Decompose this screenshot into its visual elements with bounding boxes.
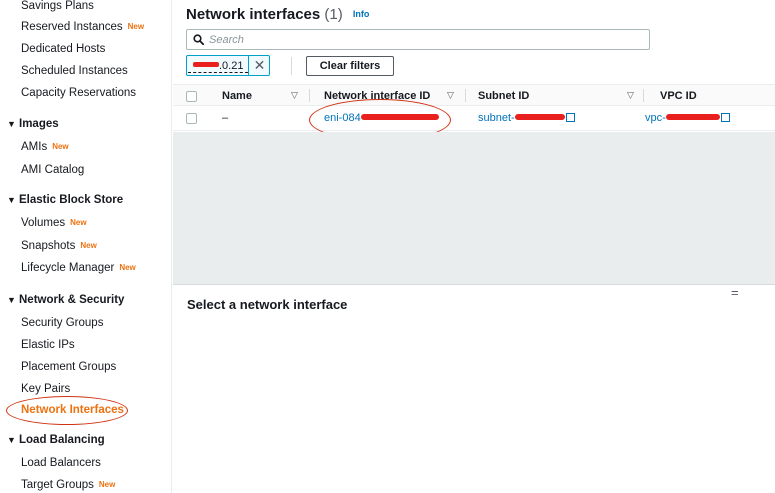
sidebar-section-label: Network & Security bbox=[19, 294, 125, 306]
sidebar-item-key-pairs[interactable]: Key Pairs bbox=[21, 383, 70, 395]
main-content: Network interfaces (1) Info .0.21 ✕ Clea… bbox=[173, 0, 775, 493]
sidebar-item-label: AMIs bbox=[21, 141, 48, 153]
cell-subnet-id[interactable]: subnet- bbox=[478, 112, 575, 124]
filter-token-value: .0.21 bbox=[219, 60, 244, 72]
table-row[interactable]: – eni-084 subnet- vpc- bbox=[173, 106, 775, 131]
column-header-vpc-id[interactable]: VPC ID bbox=[660, 90, 697, 102]
sidebar-item-snapshots[interactable]: Snapshots New bbox=[21, 240, 97, 252]
sidebar-item-label: Scheduled Instances bbox=[21, 65, 128, 77]
sidebar-item-label: Placement Groups bbox=[21, 361, 117, 373]
column-header-name[interactable]: Name bbox=[222, 90, 252, 102]
page-title: Network interfaces (1) Info bbox=[186, 6, 369, 23]
sidebar-item-label: Savings Plans bbox=[21, 0, 94, 12]
new-badge: New bbox=[119, 263, 136, 272]
sidebar-item-label: Load Balancers bbox=[21, 457, 101, 469]
new-badge: New bbox=[98, 480, 116, 489]
sidebar-section-network-security[interactable]: ▼ Network & Security bbox=[7, 294, 124, 306]
sidebar-item-elastic-ips[interactable]: Elastic IPs bbox=[21, 339, 75, 351]
resource-count: (1) bbox=[324, 6, 343, 23]
cell-vpc-id[interactable]: vpc- bbox=[645, 112, 730, 124]
sidebar-item-label: Volumes bbox=[21, 217, 66, 229]
sort-icon[interactable]: ▽ bbox=[291, 90, 298, 101]
select-all-checkbox[interactable] bbox=[186, 91, 197, 102]
sidebar-item-load-balancers[interactable]: Load Balancers bbox=[21, 457, 101, 469]
external-link-icon[interactable] bbox=[565, 113, 575, 122]
redaction-mark bbox=[514, 114, 565, 120]
sidebar-item-label: Lifecycle Manager bbox=[21, 262, 115, 274]
sidebar-section-label: Elastic Block Store bbox=[19, 194, 124, 206]
caret-down-icon: ▼ bbox=[7, 119, 16, 129]
sidebar-item-label: Key Pairs bbox=[21, 383, 71, 395]
sidebar-item-security-groups[interactable]: Security Groups bbox=[21, 317, 103, 329]
sort-icon[interactable]: ▽ bbox=[447, 90, 454, 101]
subnet-id-text: subnet- bbox=[478, 112, 515, 124]
column-divider[interactable] bbox=[465, 89, 466, 102]
sidebar-item-scheduled-instances[interactable]: Scheduled Instances bbox=[21, 65, 128, 77]
sidebar-item-label: Snapshots bbox=[21, 240, 76, 252]
caret-down-icon: ▼ bbox=[7, 435, 16, 445]
sidebar-section-label: Images bbox=[19, 118, 59, 130]
cell-name: – bbox=[222, 112, 229, 124]
sidebar-section-images[interactable]: ▼ Images bbox=[7, 118, 59, 130]
sidebar-item-label: Capacity Reservations bbox=[21, 87, 137, 99]
sidebar-item-capacity-reservations[interactable]: Capacity Reservations bbox=[21, 87, 136, 99]
caret-down-icon: ▼ bbox=[7, 295, 16, 305]
sidebar-item-placement-groups[interactable]: Placement Groups bbox=[21, 361, 116, 373]
redaction-mark bbox=[665, 114, 720, 120]
sidebar-item-ami-catalog[interactable]: AMI Catalog bbox=[21, 164, 84, 176]
sidebar-item-target-groups[interactable]: Target Groups New bbox=[21, 479, 115, 491]
sidebar-item-amis[interactable]: AMIs New bbox=[21, 141, 69, 153]
sidebar-item-label: Target Groups bbox=[21, 479, 94, 491]
column-divider[interactable] bbox=[309, 89, 310, 102]
new-badge: New bbox=[127, 22, 145, 31]
sidebar-item-label: Dedicated Hosts bbox=[21, 43, 106, 55]
filter-token[interactable]: .0.21 ✕ bbox=[186, 55, 271, 76]
new-badge: New bbox=[80, 241, 97, 250]
row-checkbox[interactable] bbox=[186, 113, 197, 124]
sidebar-section-load-balancing[interactable]: ▼ Load Balancing bbox=[7, 434, 105, 446]
search-input[interactable] bbox=[209, 32, 639, 47]
clear-filters-button[interactable]: Clear filters bbox=[306, 56, 394, 76]
sidebar-item-reserved-instances[interactable]: Reserved Instances New bbox=[21, 21, 144, 33]
column-header-network-interface-id[interactable]: Network interface ID bbox=[324, 90, 430, 102]
sidebar-item-dedicated-hosts[interactable]: Dedicated Hosts bbox=[21, 43, 105, 55]
new-badge: New bbox=[52, 142, 69, 151]
search-icon bbox=[193, 34, 204, 45]
eni-id-text: eni-084 bbox=[324, 112, 361, 124]
column-header-subnet-id[interactable]: Subnet ID bbox=[478, 90, 529, 102]
sidebar-item-label: AMI Catalog bbox=[21, 164, 85, 176]
redaction-mark bbox=[360, 114, 439, 120]
caret-down-icon: ▼ bbox=[7, 195, 16, 205]
external-link-icon[interactable] bbox=[720, 113, 730, 122]
drag-handle-icon[interactable]: = bbox=[731, 285, 739, 300]
filter-token-label: .0.21 bbox=[188, 57, 249, 73]
vpc-id-text: vpc- bbox=[645, 112, 666, 124]
sidebar-item-lifecycle-manager[interactable]: Lifecycle Manager New bbox=[21, 262, 136, 274]
sort-icon[interactable]: ▽ bbox=[627, 90, 634, 101]
sidebar-item-savings-plans[interactable]: Savings Plans bbox=[21, 0, 94, 12]
redaction-mark bbox=[193, 62, 219, 67]
sidebar-item-label: Elastic IPs bbox=[21, 339, 75, 351]
sidebar-item-label: Security Groups bbox=[21, 317, 104, 329]
sidebar-item-volumes[interactable]: Volumes New bbox=[21, 217, 87, 229]
page-title-text: Network interfaces bbox=[186, 6, 321, 23]
new-badge: New bbox=[70, 218, 87, 227]
sidebar: Savings Plans Reserved Instances New Dedi… bbox=[0, 0, 172, 493]
sidebar-item-label: Reserved Instances bbox=[21, 21, 123, 33]
detail-panel-title: Select a network interface bbox=[187, 297, 348, 312]
table-header: Name ▽ Network interface ID ▽ Subnet ID … bbox=[173, 84, 775, 106]
table-empty-area bbox=[173, 132, 775, 284]
divider bbox=[291, 57, 292, 75]
cell-network-interface-id[interactable]: eni-084 bbox=[324, 112, 439, 124]
search-box[interactable] bbox=[186, 29, 650, 50]
sidebar-section-elastic-block-store[interactable]: ▼ Elastic Block Store bbox=[7, 194, 123, 206]
info-link[interactable]: Info bbox=[353, 9, 370, 19]
sidebar-item-network-interfaces[interactable]: Network Interfaces bbox=[21, 404, 124, 416]
column-divider[interactable] bbox=[643, 89, 644, 102]
sidebar-section-label: Load Balancing bbox=[19, 434, 105, 446]
sidebar-item-label: Network Interfaces bbox=[21, 404, 124, 416]
split-divider bbox=[173, 284, 775, 285]
close-icon[interactable]: ✕ bbox=[248, 56, 269, 75]
